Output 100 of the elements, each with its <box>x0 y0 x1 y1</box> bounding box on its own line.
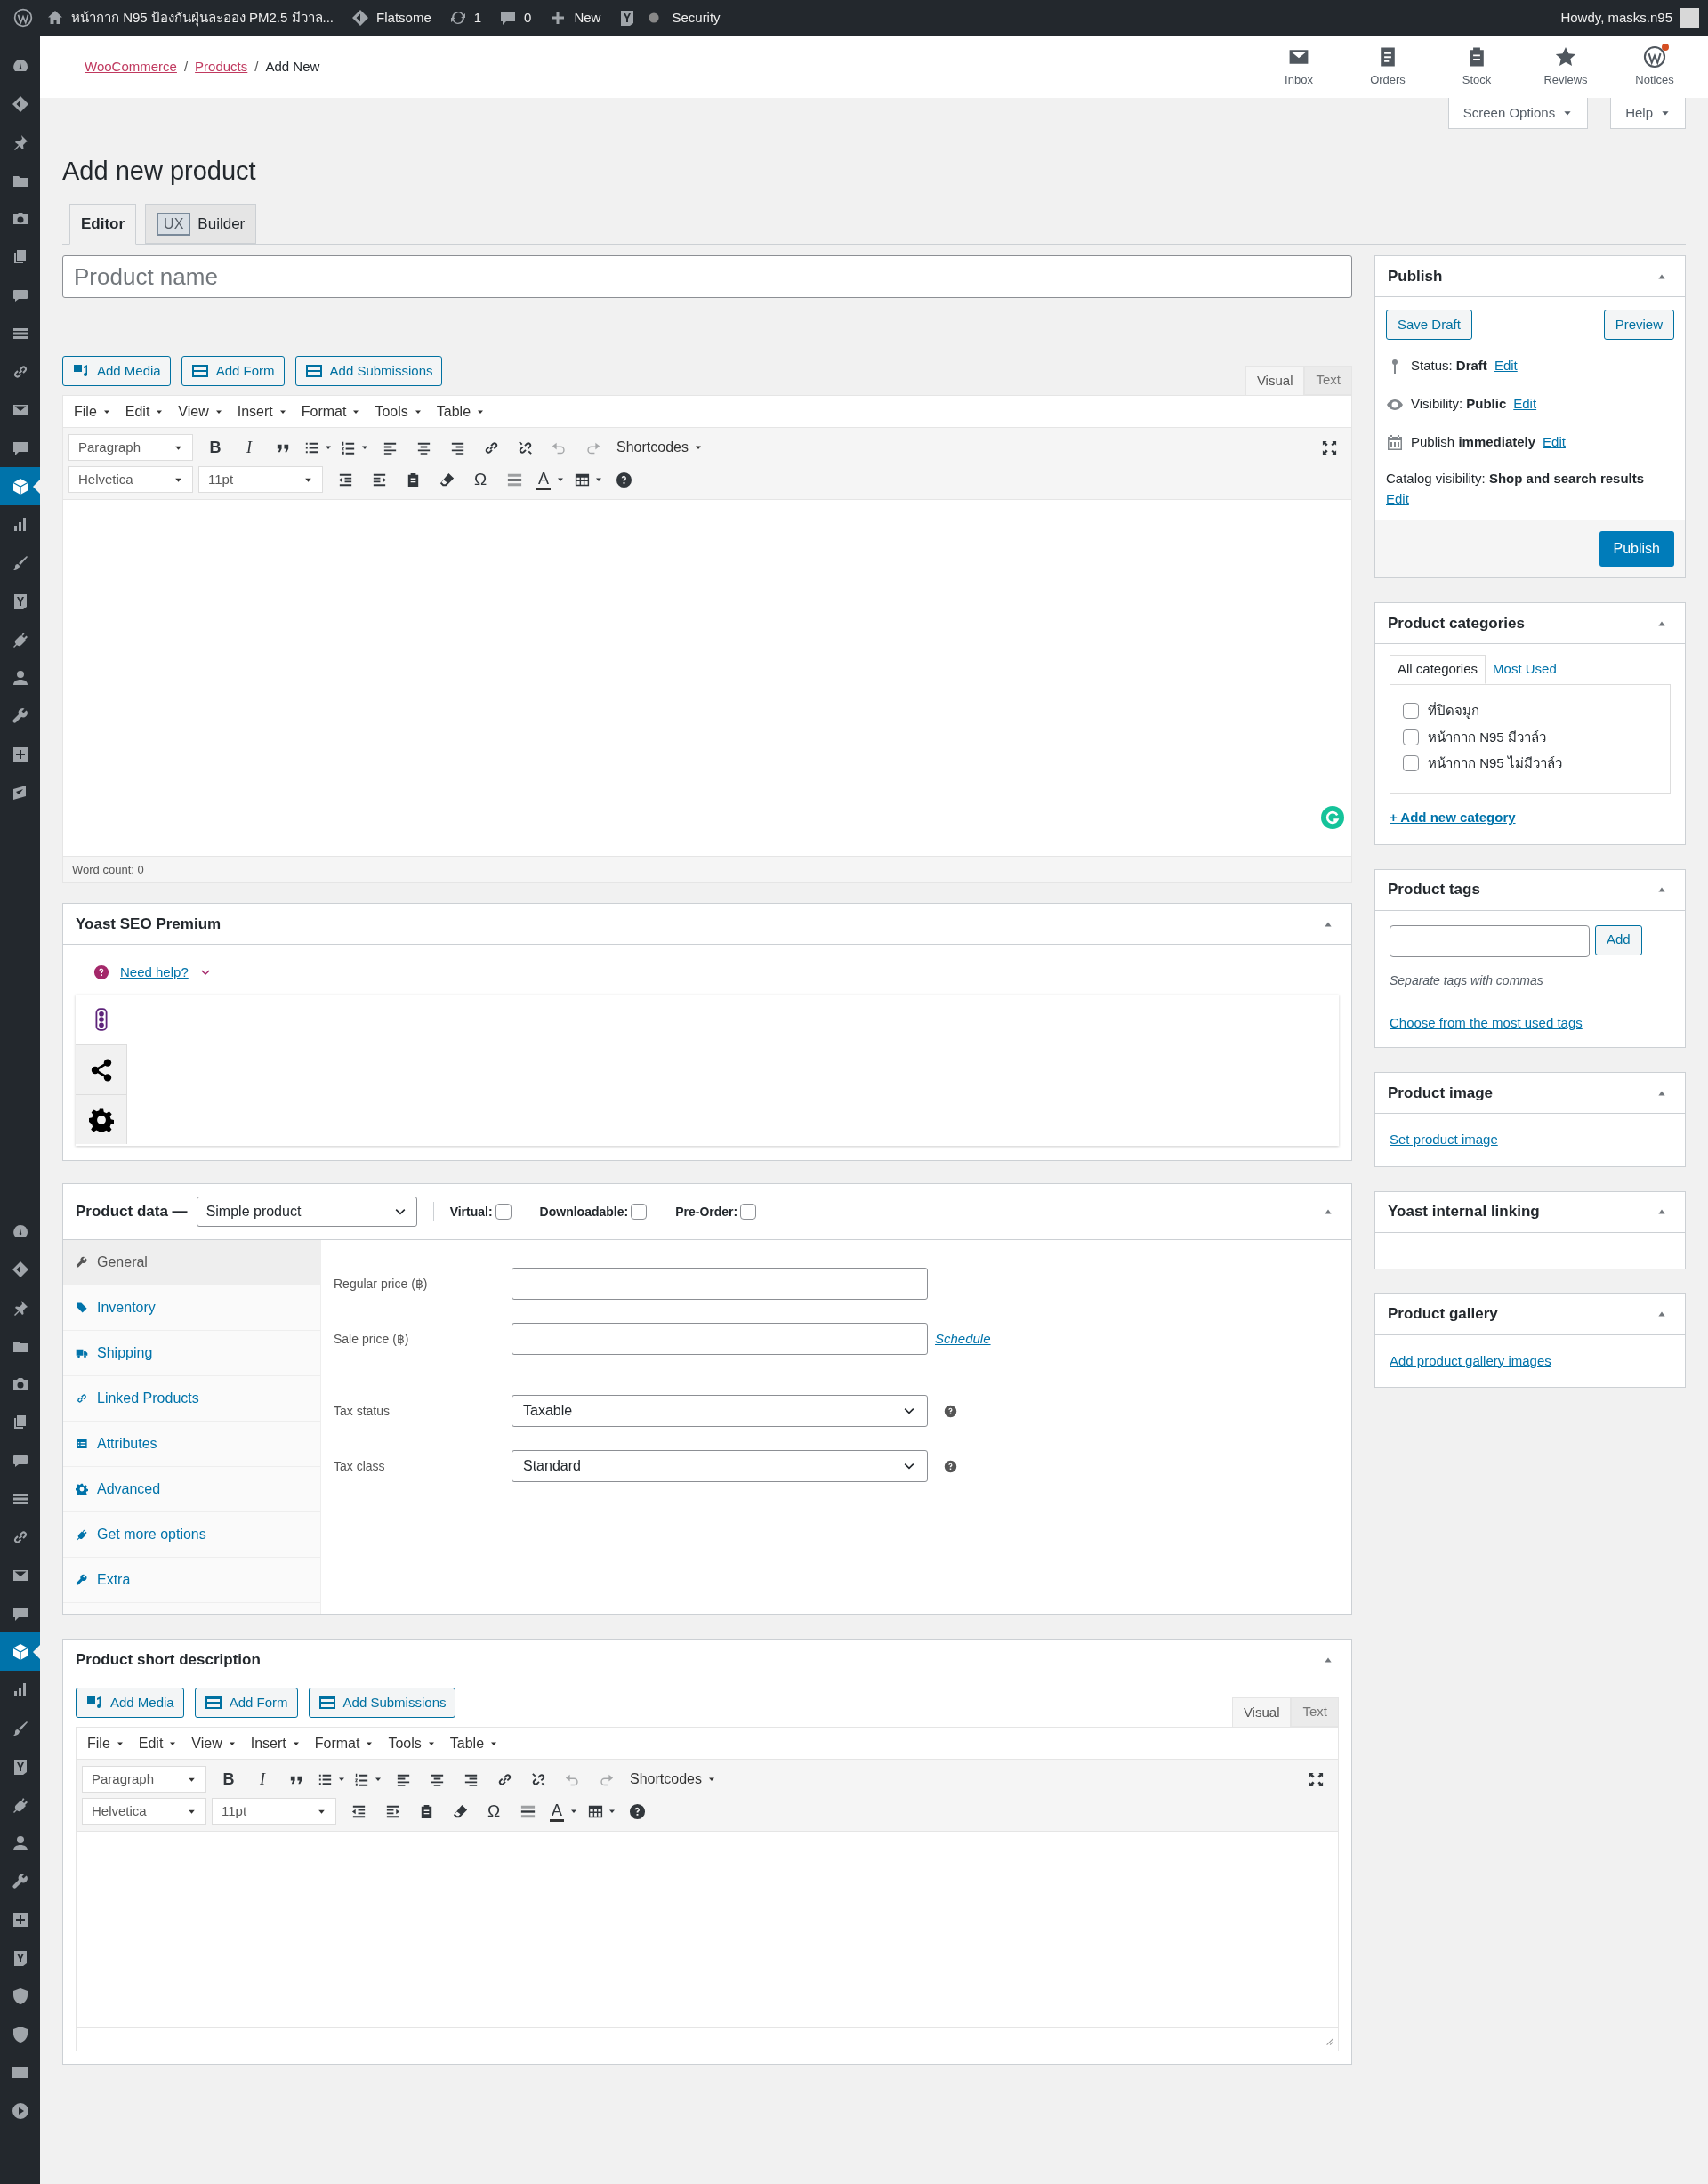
product-name-field[interactable]: Product name <box>62 255 1352 298</box>
menu-button[interactable]: Format <box>294 398 368 425</box>
edit-link[interactable]: Edit <box>1543 432 1566 453</box>
text-color-button[interactable]: A <box>531 465 570 494</box>
product-data-tab[interactable]: General <box>63 1240 320 1285</box>
checkbox[interactable] <box>1403 703 1419 720</box>
product-data-tab[interactable]: Advanced <box>63 1467 320 1512</box>
seo-tab[interactable] <box>76 1044 127 1094</box>
toolbar-link[interactable]: 0 <box>490 0 541 36</box>
media-button[interactable]: Add Form <box>194 1688 298 1718</box>
menu-button[interactable]: Insert <box>243 1729 308 1757</box>
category-checkbox[interactable]: หน้ากาก N95 มีวาล์ว <box>1403 727 1657 747</box>
activity-button[interactable]: Orders <box>1343 44 1432 89</box>
menu-button[interactable]: File <box>67 398 118 425</box>
menu-button[interactable]: Table <box>429 398 493 425</box>
set-image-link[interactable]: Set product image <box>1390 1130 1498 1150</box>
product-data-tab[interactable]: Inventory <box>63 1285 320 1331</box>
tag-field[interactable] <box>1390 924 1590 957</box>
editor-mode-tab[interactable]: Visual <box>1231 1697 1292 1727</box>
add-category-link[interactable]: + Add new category <box>1390 808 1671 828</box>
format-dropdown[interactable]: Paragraph <box>82 1766 206 1793</box>
menu-button[interactable]: Table <box>442 1729 506 1757</box>
bold-button[interactable]: B <box>198 433 232 462</box>
bold-button[interactable]: B <box>212 1765 246 1793</box>
toolbar-link[interactable]: New <box>540 0 610 36</box>
tax-select[interactable]: Standard <box>512 1450 928 1482</box>
text-color-button[interactable]: A <box>544 1797 584 1825</box>
media-button[interactable]: Add Media <box>76 1688 184 1718</box>
toolbar-link[interactable]: 1 <box>439 0 491 36</box>
help-link[interactable]: Need help? <box>120 962 189 983</box>
menu-item[interactable] <box>0 1632 40 1671</box>
menu-button[interactable]: Edit <box>117 398 172 425</box>
editor-mode-tab[interactable]: Visual <box>1245 366 1305 395</box>
format-dropdown[interactable]: 11pt <box>212 1798 336 1825</box>
breadcrumb-link[interactable]: Products <box>195 56 248 77</box>
activity-button[interactable]: Inbox <box>1254 44 1343 89</box>
italic-button[interactable]: I <box>232 433 266 462</box>
editor-mode-tab[interactable]: Text <box>1291 1697 1339 1727</box>
category-checkbox[interactable]: หน้ากาก N95 ไม่มีวาล์ว <box>1403 754 1657 774</box>
editor-mode-tab[interactable]: Text <box>1304 366 1352 395</box>
toolbar-link[interactable]: หน้ากาก N95 ป้องกันฝุ่นละออง PM2.5 มีวาล... <box>37 0 343 36</box>
seo-tab[interactable] <box>76 1094 127 1144</box>
menu-button[interactable]: Format <box>307 1729 382 1757</box>
price-field[interactable] <box>512 1268 928 1300</box>
product-data-tab[interactable]: Get more options <box>63 1512 320 1558</box>
special-character-button[interactable]: Ω <box>477 1797 511 1825</box>
activity-button[interactable]: Stock <box>1432 44 1521 89</box>
screen-tab[interactable]: Screen Options <box>1447 98 1589 129</box>
edit-link[interactable]: Edit <box>1386 488 1409 509</box>
account-menu[interactable]: Howdy, masks.n95 <box>1560 0 1699 36</box>
format-dropdown[interactable]: Helvetica <box>68 466 193 493</box>
menu-item[interactable] <box>0 467 40 505</box>
special-character-button[interactable]: Ω <box>463 465 497 494</box>
breadcrumb-link[interactable]: WooCommerce <box>85 56 177 77</box>
option-checkbox[interactable]: Pre-Order: <box>675 1202 757 1221</box>
editor-tab[interactable]: Editor <box>69 204 137 245</box>
media-button[interactable]: Add Media <box>62 356 171 386</box>
tax-select[interactable]: Taxable <box>512 1395 928 1427</box>
menu-button[interactable]: File <box>80 1729 132 1757</box>
checkbox[interactable] <box>631 1204 648 1220</box>
seo-tab[interactable] <box>76 995 127 1044</box>
edit-link[interactable]: Edit <box>1494 356 1518 376</box>
menu-button[interactable]: View <box>171 398 230 425</box>
category-tab[interactable]: Most Used <box>1486 655 1564 684</box>
activity-button[interactable]: Notices <box>1610 44 1699 89</box>
category-tab[interactable]: All categories <box>1390 655 1486 684</box>
menu-button[interactable]: Insert <box>230 398 294 425</box>
shortcodes-dropdown[interactable]: Shortcodes <box>609 433 710 462</box>
price-field[interactable] <box>512 1323 928 1355</box>
menu-button[interactable]: Tools <box>367 398 430 425</box>
activity-button[interactable]: Reviews <box>1521 44 1610 89</box>
schedule-link[interactable]: Schedule <box>935 1328 991 1350</box>
option-checkbox[interactable]: Downloadable: <box>539 1202 648 1221</box>
product-data-tab[interactable]: Extra <box>63 1558 320 1603</box>
menu-button[interactable]: Tools <box>381 1729 443 1757</box>
checkbox[interactable] <box>1403 729 1419 745</box>
publish-button[interactable]: Publish <box>1599 531 1674 567</box>
format-dropdown[interactable]: Helvetica <box>82 1798 206 1825</box>
italic-button[interactable]: I <box>246 1765 279 1793</box>
product-type-select[interactable]: Simple product <box>196 1197 417 1227</box>
checkbox[interactable] <box>740 1204 757 1220</box>
media-button[interactable]: Add Submissions <box>308 1688 456 1718</box>
checkbox[interactable] <box>495 1204 512 1220</box>
most-used-tags-link[interactable]: Choose from the most used tags <box>1390 1012 1583 1033</box>
menu-button[interactable]: Edit <box>131 1729 185 1757</box>
preview-button[interactable]: Preview <box>1603 310 1674 340</box>
menu-button[interactable]: View <box>184 1729 244 1757</box>
media-button[interactable]: Add Submissions <box>294 356 443 386</box>
product-data-tab[interactable]: Linked Products <box>63 1376 320 1422</box>
add-gallery-link[interactable]: Add product gallery images <box>1390 1350 1551 1371</box>
checkbox[interactable] <box>1403 755 1419 772</box>
toolbar-link[interactable]: Flatsome <box>342 0 440 36</box>
format-dropdown[interactable]: Paragraph <box>68 434 193 461</box>
category-checkbox[interactable]: ที่ปิดจมูก <box>1403 701 1657 721</box>
media-button[interactable]: Add Form <box>181 356 285 386</box>
toolbar-link[interactable]: Security <box>609 0 729 36</box>
screen-tab[interactable]: Help <box>1610 98 1686 129</box>
format-dropdown[interactable]: 11pt <box>198 466 323 493</box>
shortcodes-dropdown[interactable]: Shortcodes <box>623 1765 723 1793</box>
save-draft-button[interactable]: Save Draft <box>1386 310 1472 340</box>
